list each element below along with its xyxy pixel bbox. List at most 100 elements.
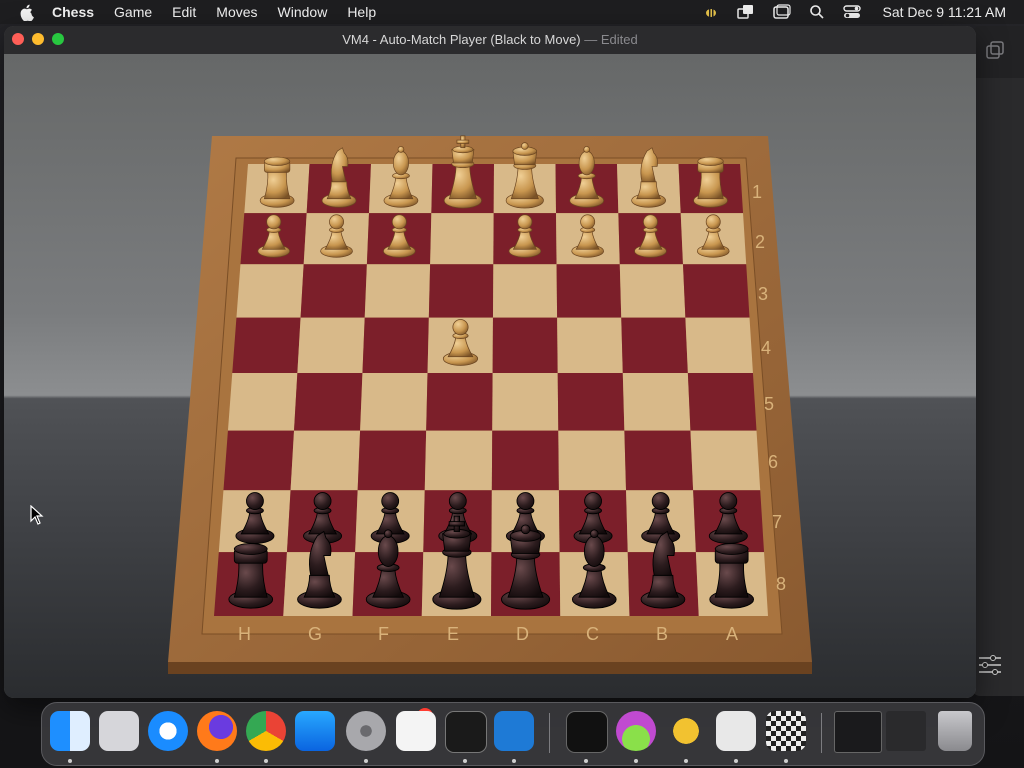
menu-window[interactable]: Window (278, 4, 328, 20)
board-square[interactable] (223, 430, 295, 491)
chess-board[interactable]: 1 2 3 4 5 6 7 8 H G F E D C B A (4, 54, 976, 698)
running-indicator (734, 759, 738, 763)
menu-game[interactable]: Game (114, 4, 152, 20)
rank-label: 8 (776, 574, 786, 594)
file-label: E (447, 624, 459, 644)
system-settings-icon[interactable] (346, 711, 386, 751)
window-title-text: VM4 - Auto-Match Player (Black to Move) (342, 32, 581, 47)
running-indicator (364, 759, 368, 763)
board-square[interactable] (430, 213, 494, 265)
chess-window: VM4 - Auto-Match Player (Black to Move) … (4, 26, 976, 698)
rank-label: 6 (768, 452, 778, 472)
disk-utility-icon[interactable] (716, 711, 756, 751)
board-square[interactable] (619, 264, 686, 318)
file-label: B (656, 624, 668, 644)
bee-icon[interactable] (666, 711, 706, 751)
screen-mirror-icon[interactable] (736, 4, 755, 20)
title-bar[interactable]: VM4 - Auto-Match Player (Black to Move) … (4, 26, 976, 55)
board-square[interactable] (682, 264, 750, 318)
board-square[interactable] (557, 373, 625, 431)
board-square[interactable] (364, 264, 431, 318)
board-square[interactable] (300, 264, 367, 318)
board-square[interactable] (428, 264, 494, 318)
launchpad-icon[interactable] (99, 711, 139, 751)
rank-label: 1 (752, 182, 762, 202)
board-square[interactable] (558, 430, 627, 491)
board-square[interactable] (556, 264, 622, 318)
terminal-icon[interactable] (445, 711, 487, 753)
activity-monitor-icon[interactable] (566, 711, 608, 753)
board-square[interactable] (360, 373, 428, 431)
running-indicator (68, 759, 72, 763)
window-preview-icon-2[interactable] (886, 711, 926, 751)
window-icon[interactable] (772, 4, 791, 20)
menubar-extras: Sat Dec 9 11:21 AM (685, 0, 1006, 24)
finder-icon[interactable] (50, 711, 90, 751)
board-square[interactable] (685, 317, 753, 374)
board-square[interactable] (492, 373, 559, 431)
app-store-icon[interactable] (295, 711, 335, 751)
dock-separator (549, 713, 550, 753)
board-square[interactable] (621, 317, 688, 374)
bee-status-icon[interactable] (703, 4, 719, 20)
board-square[interactable] (690, 430, 761, 491)
board-square[interactable] (426, 373, 493, 431)
firefox-icon[interactable] (197, 711, 237, 751)
board-square[interactable] (236, 264, 304, 318)
window-title: VM4 - Auto-Match Player (Black to Move) … (4, 32, 976, 47)
menu-edit[interactable]: Edit (172, 4, 196, 20)
board-square[interactable] (491, 430, 559, 491)
board-square[interactable] (357, 430, 427, 491)
control-center-icon[interactable] (842, 4, 861, 20)
board-square[interactable] (227, 373, 298, 431)
board-square[interactable] (492, 317, 558, 374)
apple-menu-icon[interactable] (18, 3, 36, 21)
file-label: H (238, 624, 251, 644)
board-square[interactable] (624, 430, 694, 491)
board-square[interactable] (290, 430, 361, 491)
menu-moves[interactable]: Moves (216, 4, 257, 20)
file-label: C (586, 624, 599, 644)
rank-label: 4 (761, 338, 771, 358)
running-indicator (264, 759, 268, 763)
trash-icon[interactable] (938, 711, 972, 751)
running-indicator (584, 759, 588, 763)
menu-help[interactable]: Help (347, 4, 376, 20)
board-square[interactable] (362, 317, 429, 374)
running-indicator (215, 759, 219, 763)
running-indicator (463, 759, 467, 763)
window-preview-icon[interactable] (834, 711, 882, 753)
background-window (972, 26, 1024, 696)
search-icon[interactable] (809, 4, 825, 20)
chess-icon[interactable] (766, 711, 806, 751)
dock-separator (821, 713, 822, 753)
chrome-icon[interactable] (246, 711, 286, 751)
board-square[interactable] (297, 317, 365, 374)
potion-icon[interactable] (616, 711, 656, 751)
sidebar-toggle-icon[interactable] (985, 40, 1007, 62)
sliders-icon[interactable] (977, 652, 1003, 678)
title-separator: — (584, 32, 598, 47)
board-square[interactable] (687, 373, 757, 431)
running-indicator (784, 759, 788, 763)
running-indicator (684, 759, 688, 763)
vscode-icon[interactable] (494, 711, 534, 751)
board-square[interactable] (622, 373, 691, 431)
board-frame-edge (168, 662, 812, 674)
menubar-clock[interactable]: Sat Dec 9 11:21 AM (883, 4, 1006, 20)
menu-app-name[interactable]: Chess (52, 4, 94, 20)
board-square[interactable] (557, 317, 623, 374)
board-squares[interactable] (214, 164, 768, 616)
file-label: G (308, 624, 322, 644)
textedit-icon[interactable] (396, 711, 436, 751)
board-square[interactable] (424, 430, 493, 491)
rank-label: 2 (755, 232, 765, 252)
edited-label: Edited (600, 32, 638, 47)
mouse-cursor-icon (30, 505, 44, 525)
menubar: Chess Game Edit Moves Window Help Sat De… (0, 0, 1024, 24)
safari-icon[interactable] (148, 711, 188, 751)
board-square[interactable] (232, 317, 301, 374)
board-square[interactable] (294, 373, 363, 431)
chess-scene[interactable]: 1 2 3 4 5 6 7 8 H G F E D C B A (4, 54, 976, 698)
board-square[interactable] (492, 264, 558, 318)
